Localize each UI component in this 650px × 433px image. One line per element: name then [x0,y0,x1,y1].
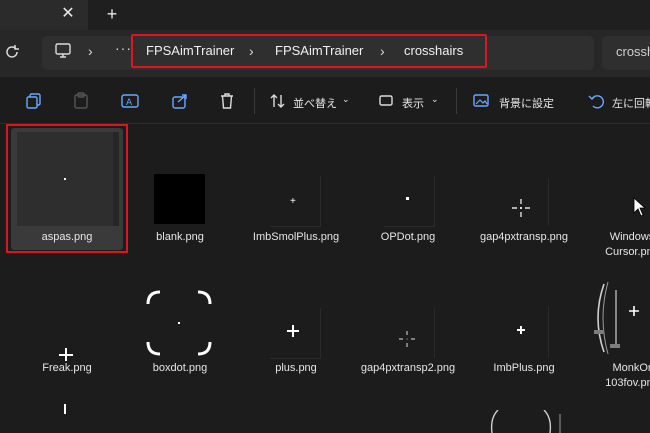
thumbnail-plus[interactable] [270,308,321,359]
partial-thumbnail [490,410,561,433]
file-name[interactable]: ImbSmolPlus.png [238,230,354,245]
delete-icon[interactable] [218,92,236,110]
cursor-icon [633,197,647,217]
computer-icon[interactable] [54,43,72,59]
thumbnail-opdot[interactable] [384,176,435,227]
rename-icon[interactable]: A [121,92,139,110]
partial-thumbnail [64,404,66,414]
new-tab-icon[interactable]: + [102,4,122,24]
file-name[interactable]: OPDot.png [350,230,466,245]
search-input[interactable]: crossh [616,44,650,59]
thumbnail-imbplus[interactable] [498,306,549,358]
plus-mark [287,330,299,332]
file-name[interactable]: plus.png [238,361,354,376]
crosshair-gap-mark [512,199,530,217]
file-name[interactable]: Freak.png [9,361,125,376]
thumbnail-monkor[interactable] [590,280,650,356]
file-name[interactable]: gap4pxtransp.png [466,230,582,245]
file-name[interactable]: MonkOr 103fov.png [592,361,650,391]
selection-highlight [6,124,128,253]
file-name[interactable]: Windows Cursor.png [592,230,650,260]
copy-icon[interactable] [25,92,43,110]
plus-mark [59,354,73,356]
chevron-down-icon[interactable]: ⌄ [431,94,439,105]
crosshair-gap-mark [399,331,415,347]
paste-icon[interactable] [72,92,90,110]
breadcrumb-separator[interactable]: › [88,42,93,60]
file-name[interactable]: ImbPlus.png [466,361,582,376]
dot-mark [406,197,409,200]
breadcrumb-highlight [131,34,487,68]
plus-mark [517,329,525,331]
view-icon[interactable] [378,92,396,110]
breadcrumb-more[interactable]: ··· [115,40,132,56]
plus-mark: + [290,196,296,207]
rotate-left-icon[interactable] [588,92,606,110]
toolbar-divider [254,88,255,114]
tab-bar: ✕ + [0,0,650,30]
thumbnail-boxdot[interactable] [146,290,212,356]
thumbnail-blank[interactable] [154,174,205,224]
file-name[interactable]: boxdot.png [122,361,238,376]
refresh-icon[interactable] [4,44,20,60]
toolbar-divider [456,88,457,114]
file-name[interactable]: gap4pxtransp2.png [350,361,466,376]
sort-icon[interactable] [269,92,287,110]
wallpaper-icon[interactable] [472,92,490,110]
share-icon[interactable] [171,92,189,110]
chevron-down-icon[interactable]: ⌄ [342,94,350,105]
file-name[interactable]: blank.png [122,230,238,245]
set-wallpaper-button[interactable]: 背景に設定 [499,95,554,111]
close-tab-icon[interactable]: ✕ [58,4,78,24]
svg-text:A: A [126,98,133,108]
view-button[interactable]: 表示 [402,95,424,111]
sort-button[interactable]: 並べ替え [293,95,337,111]
rotate-left-button[interactable]: 左に回転 [612,95,650,111]
